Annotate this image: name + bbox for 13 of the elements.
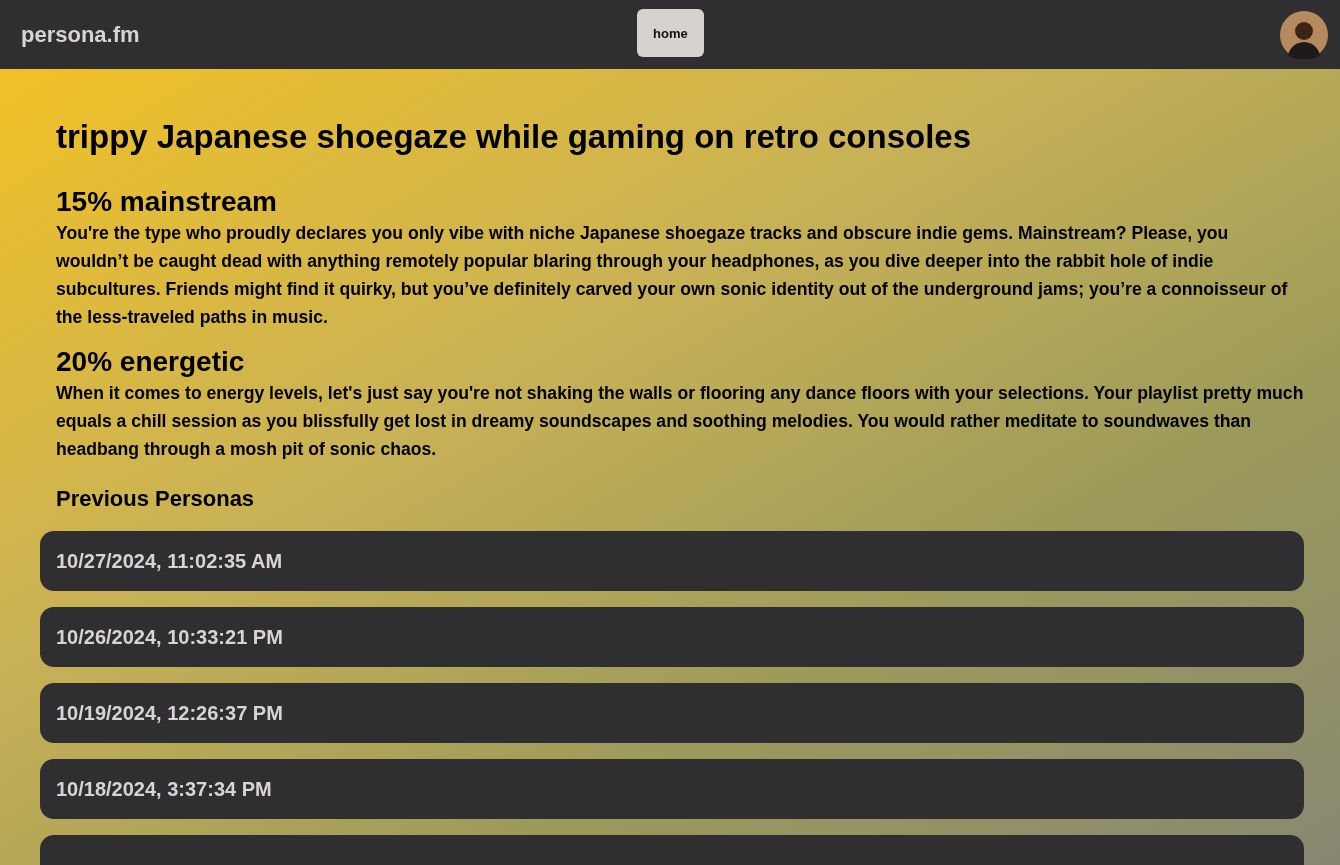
persona-card[interactable]: 10/27/2024, 11:02:35 AM	[40, 531, 1304, 591]
trait-description: When it comes to energy levels, let's just say you're not shaking the walls or flooring any dance floors with your selections. Your playlist pretty much equals a chill session as you blissfully get lost in dreamy soundscapes and soothing melodies. You would rather meditate to soundwaves than headbang through a mosh pit of sonic chaos.	[56, 382, 1304, 461]
persona-card[interactable]: 10/26/2024, 10:33:21 PM	[40, 607, 1304, 667]
trait-description: You're the type who proudly declares you only vibe with niche Japanese shoegaze tracks and obscure indie gems. Mainstream? Please, you wouldn’t be caught dead with anything remotely popular blaring through your headphones, as you dive deeper into the rabbit hole of indie subcultures. Friends might find it quirky, but you’ve definitely carved your own sonic identity out of the underground jams; you’re a connoisseur of the less-traveled paths in music.	[56, 222, 1289, 329]
trait-heading: 20% energetic	[56, 345, 246, 379]
persona-card[interactable]: 10/19/2024, 12:26:37 PM	[40, 683, 1304, 743]
home-button[interactable]: home	[637, 9, 704, 57]
section-heading: Previous Personas	[56, 485, 256, 513]
logo[interactable]: persona.fm	[21, 21, 140, 48]
persona-title: trippy Japanese shoegaze while gaming on retro consoles	[56, 117, 973, 157]
persona-card[interactable]: 10/18/2024, 3:37:34 PM	[40, 759, 1304, 819]
avatar-icon[interactable]	[1280, 10, 1328, 59]
trait-heading: 15% mainstream	[56, 185, 278, 219]
